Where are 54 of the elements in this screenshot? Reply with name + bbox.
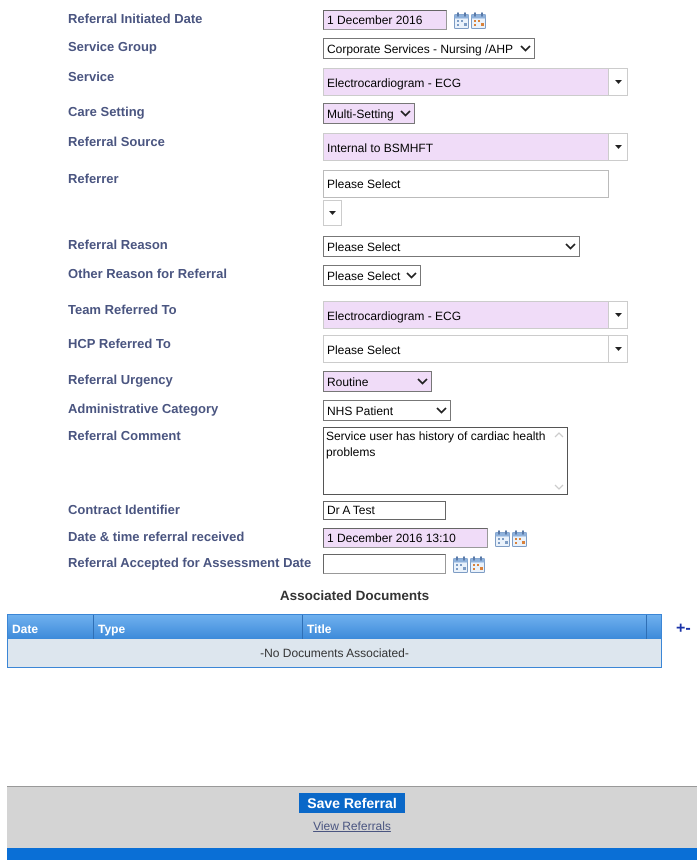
caret-icon [614, 80, 622, 84]
caret-icon [329, 211, 336, 215]
dropdown[interactable]: Corporate Services - Nursing /AHP [323, 38, 535, 59]
field-label: Referral Reason [68, 236, 169, 254]
caret-icon [614, 145, 622, 149]
chevron-icon [436, 407, 447, 414]
dropdown[interactable]: Internal to BSMHFT [323, 133, 628, 161]
chevron-icon [406, 272, 417, 279]
dropdown[interactable]: Electrocardiogram - ECG [323, 301, 628, 329]
field-label: Service [68, 68, 116, 86]
empty-message: -No Documents Associated- [260, 645, 409, 662]
dropdown[interactable]: Multi-Setting [323, 103, 415, 124]
field-label: Other Reason for Referral [68, 265, 228, 283]
calendar-icon[interactable] [470, 556, 485, 572]
text-field[interactable]: Dr A Test [323, 501, 446, 520]
chevron-icon [417, 378, 428, 385]
field-label: HCP Referred To [68, 335, 172, 353]
field-label: Service Group [68, 38, 158, 56]
date-field[interactable]: 1 December 2016 13:10 [323, 528, 488, 548]
field-label: Team Referred To [68, 301, 178, 319]
dropdown[interactable]: Please Select [323, 265, 421, 286]
calendar-icon[interactable] [453, 556, 468, 572]
dropdown[interactable]: Please Select [323, 335, 628, 363]
date-field[interactable] [323, 554, 446, 574]
field-label: Referral Initiated Date [68, 10, 204, 28]
chevron-icon [565, 243, 576, 250]
calendar-icon[interactable] [495, 530, 510, 546]
field-label: Referral Accepted for Assessment Date [68, 554, 312, 572]
save-button[interactable]: Save Referral [299, 793, 405, 813]
add-remove-button[interactable]: +- [676, 622, 691, 636]
field-label: Administrative Category [68, 400, 220, 418]
field-label: Date & time referral received [68, 528, 246, 546]
lookup-field[interactable]: Please Select [323, 170, 609, 198]
field-label: Referral Source [68, 133, 166, 151]
dropdown[interactable]: Routine [323, 371, 432, 392]
view-referrals-link[interactable]: View Referrals [313, 817, 391, 835]
chevron-icon [400, 110, 411, 117]
dropdown[interactable]: Please Select [323, 236, 580, 257]
caret-icon [614, 347, 622, 351]
field-label: Care Setting [68, 103, 146, 121]
date-field[interactable]: 1 December 2016 [323, 10, 447, 30]
section-title: Associated Documents [280, 587, 430, 605]
field-label: Referral Urgency [68, 371, 174, 389]
dropdown[interactable]: NHS Patient [323, 400, 451, 421]
field-label: Referral Comment [68, 427, 182, 445]
chevron-icon [520, 45, 531, 52]
field-label: Contract Identifier [68, 501, 181, 519]
field-label: Referrer [68, 170, 120, 188]
calendar-icon[interactable] [471, 12, 486, 28]
dropdown[interactable]: Electrocardiogram - ECG [323, 68, 628, 96]
dropdown-button[interactable] [323, 200, 342, 226]
calendar-icon[interactable] [512, 530, 527, 546]
caret-icon [614, 313, 622, 317]
calendar-icon[interactable] [454, 12, 469, 28]
